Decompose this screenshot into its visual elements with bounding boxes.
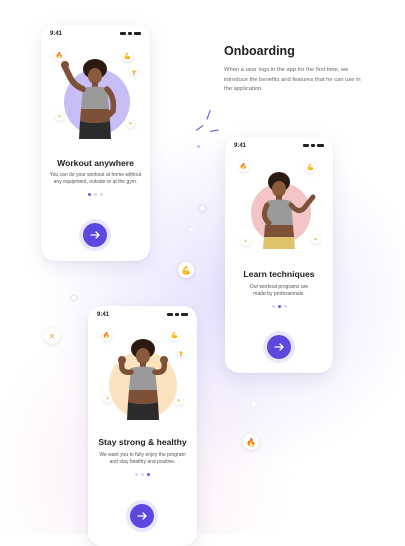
page-dot bbox=[271, 305, 275, 308]
decor-dot bbox=[200, 206, 205, 211]
screen-title: Workout anywhere bbox=[57, 158, 134, 168]
screen-title: Stay strong & healthy bbox=[98, 437, 187, 447]
arrow-right-icon bbox=[137, 512, 147, 520]
arrow-right-icon bbox=[274, 343, 284, 351]
onboarding-screen-3: 9:41 🔥 💪 🏆 ✦ ✦ Stay strong & healthy We … bbox=[88, 306, 197, 546]
screen-description: Our workout programs are made by profess… bbox=[249, 284, 309, 297]
status-time: 9:41 bbox=[97, 312, 110, 318]
page-indicator bbox=[225, 305, 333, 308]
status-icons bbox=[167, 313, 188, 316]
decor-dot bbox=[190, 228, 193, 231]
page-dot-active bbox=[88, 193, 91, 196]
arrow-right-icon bbox=[90, 231, 100, 239]
page-dot bbox=[100, 193, 103, 196]
page-dot bbox=[135, 473, 138, 476]
fire-icon: 🔥 bbox=[243, 434, 259, 450]
decor-dot bbox=[197, 145, 200, 148]
page-title: Onboarding bbox=[224, 44, 295, 58]
screen-title: Learn techniques bbox=[243, 269, 315, 279]
onboarding-screen-2: 9:41 🔥 💪 ✦ ✦ Learn techniques Our workou… bbox=[225, 137, 333, 373]
decor-line bbox=[195, 124, 204, 132]
decor-line bbox=[206, 110, 212, 120]
status-time: 9:41 bbox=[234, 143, 247, 149]
dumbbell-icon: ✕ bbox=[44, 328, 60, 344]
page-indicator bbox=[88, 473, 197, 476]
muscle-arm-icon: 💪 bbox=[178, 262, 194, 278]
page-indicator bbox=[41, 193, 150, 196]
page-dot bbox=[283, 305, 287, 308]
screen-description: We want you to fully enjoy the program a… bbox=[99, 452, 186, 465]
woman-celebrating-illustration bbox=[118, 339, 168, 420]
intro-text: When a user logs in the app for the firs… bbox=[224, 67, 361, 92]
next-button[interactable] bbox=[267, 335, 291, 359]
decor-dot bbox=[72, 296, 76, 300]
next-button[interactable] bbox=[130, 504, 154, 528]
page-dot bbox=[94, 193, 97, 196]
next-button[interactable] bbox=[83, 223, 107, 247]
woman-flexing-illustration bbox=[61, 59, 117, 139]
decor-line bbox=[209, 129, 219, 133]
status-icons bbox=[120, 32, 141, 35]
screen-description: You can do your workout at home without … bbox=[49, 172, 142, 185]
woman-pointing-illustration bbox=[261, 172, 316, 249]
decor-dot bbox=[252, 403, 255, 406]
onboarding-screen-1: 9:41 🔥 💪 🏆 ✦ ✦ Workout anywhere You can … bbox=[41, 25, 150, 261]
page-dot-active bbox=[147, 473, 150, 476]
status-icons bbox=[303, 144, 324, 147]
page-dot bbox=[141, 473, 144, 476]
page-dot-active bbox=[277, 305, 281, 308]
status-time: 9:41 bbox=[50, 31, 63, 37]
